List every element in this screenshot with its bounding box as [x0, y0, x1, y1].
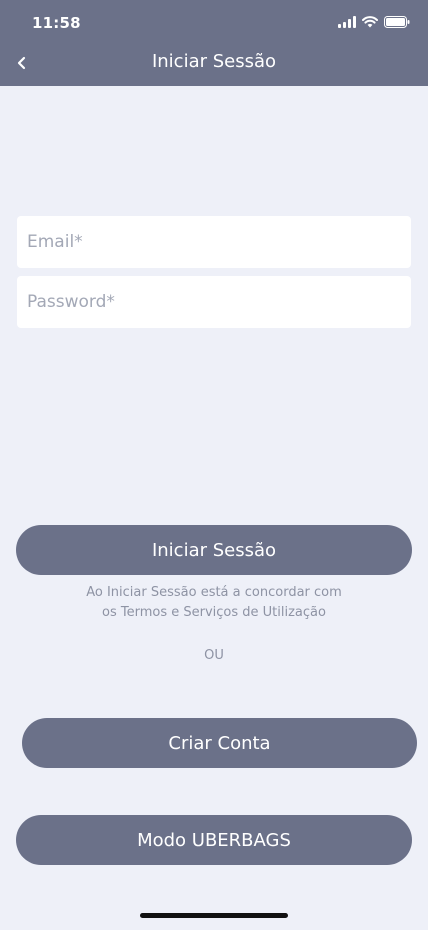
email-field-container — [17, 216, 411, 268]
create-account-button[interactable]: Criar Conta — [22, 718, 417, 768]
back-button[interactable] — [10, 51, 34, 75]
terms-line-2[interactable]: os Termos e Serviços de Utilização — [0, 603, 428, 623]
navigation-bar: Iniciar Sessão — [0, 44, 428, 86]
status-bar: 11:58 — [0, 0, 428, 44]
login-button[interactable]: Iniciar Sessão — [16, 525, 412, 575]
page-title: Iniciar Sessão — [151, 51, 277, 72]
create-account-button-label: Criar Conta — [168, 732, 271, 754]
password-field-container — [17, 276, 411, 328]
chevron-left-icon — [17, 56, 26, 70]
terms-line-1: Ao Iniciar Sessão está a concordar com — [86, 585, 342, 600]
email-field[interactable] — [27, 232, 401, 252]
top-bar: 11:58 Iniciar Sessão — [0, 0, 428, 86]
login-button-label: Iniciar Sessão — [151, 539, 277, 561]
uberbags-mode-button[interactable]: Modo UBERBAGS — [16, 815, 412, 865]
cellular-signal-icon — [338, 16, 356, 28]
password-field[interactable] — [27, 292, 401, 312]
home-indicator[interactable] — [140, 913, 288, 918]
battery-icon — [384, 16, 410, 28]
or-separator: OU — [204, 648, 224, 663]
terms-text: Ao Iniciar Sessão está a concordar com o… — [0, 583, 428, 623]
status-time: 11:58 — [32, 14, 81, 32]
wifi-icon — [362, 16, 378, 28]
status-icons — [338, 14, 410, 30]
uberbags-mode-button-label: Modo UBERBAGS — [137, 829, 291, 851]
